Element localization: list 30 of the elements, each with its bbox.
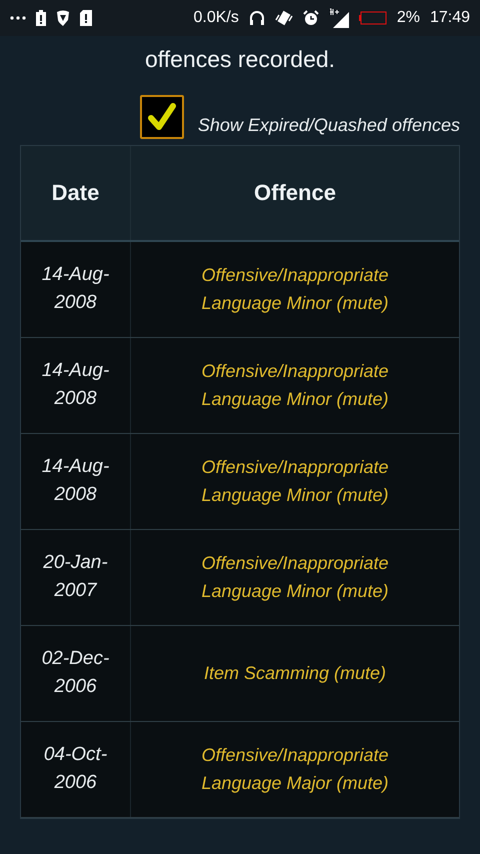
battery-percent: 2% [396,8,420,28]
checkbox-label: Show Expired/Quashed offences [198,114,460,137]
offence-cell-text: Offensive/Inappropriate Language Minor (mute) [200,456,390,507]
date-cell: 02-Dec-2006 [21,626,131,720]
offence-cell-text: Offensive/Inappropriate Language Minor (mute) [200,552,390,603]
rotate-icon [274,10,293,26]
date-cell: 04-Oct-2006 [21,722,131,816]
more-icon [10,16,26,20]
alarm-icon [302,10,319,26]
shield-icon [56,10,70,26]
offence-cell-text: Offensive/Inappropriate Language Minor (mute) [200,360,390,411]
checkbox[interactable] [140,94,184,138]
battery-icon [358,11,387,25]
date-cell: 14-Aug-2008 [21,338,131,432]
sim-alert-icon [80,10,92,26]
date-cell: 14-Aug-2008 [21,242,131,336]
date-cell: 20-Jan-2007 [21,530,131,624]
checkmark-icon [146,100,178,132]
offence-cell-text: Item Scamming (mute) [202,662,388,685]
column-header: Date [21,146,131,240]
clock-time: 17:49 [430,8,470,28]
date-cell: 14-Aug-2008 [21,434,131,528]
signal-icon [328,8,349,28]
headphones-icon [248,10,265,26]
heading-text: offences recorded. [144,45,336,74]
offence-cell-text: Offensive/Inappropriate Language Major (mute) [200,744,390,795]
network-speed: 0.0K/s [193,8,239,28]
battery-alert-icon [36,10,46,26]
column-header: Offence [253,179,337,207]
offence-cell-text: Offensive/Inappropriate Language Minor (mute) [200,264,390,315]
